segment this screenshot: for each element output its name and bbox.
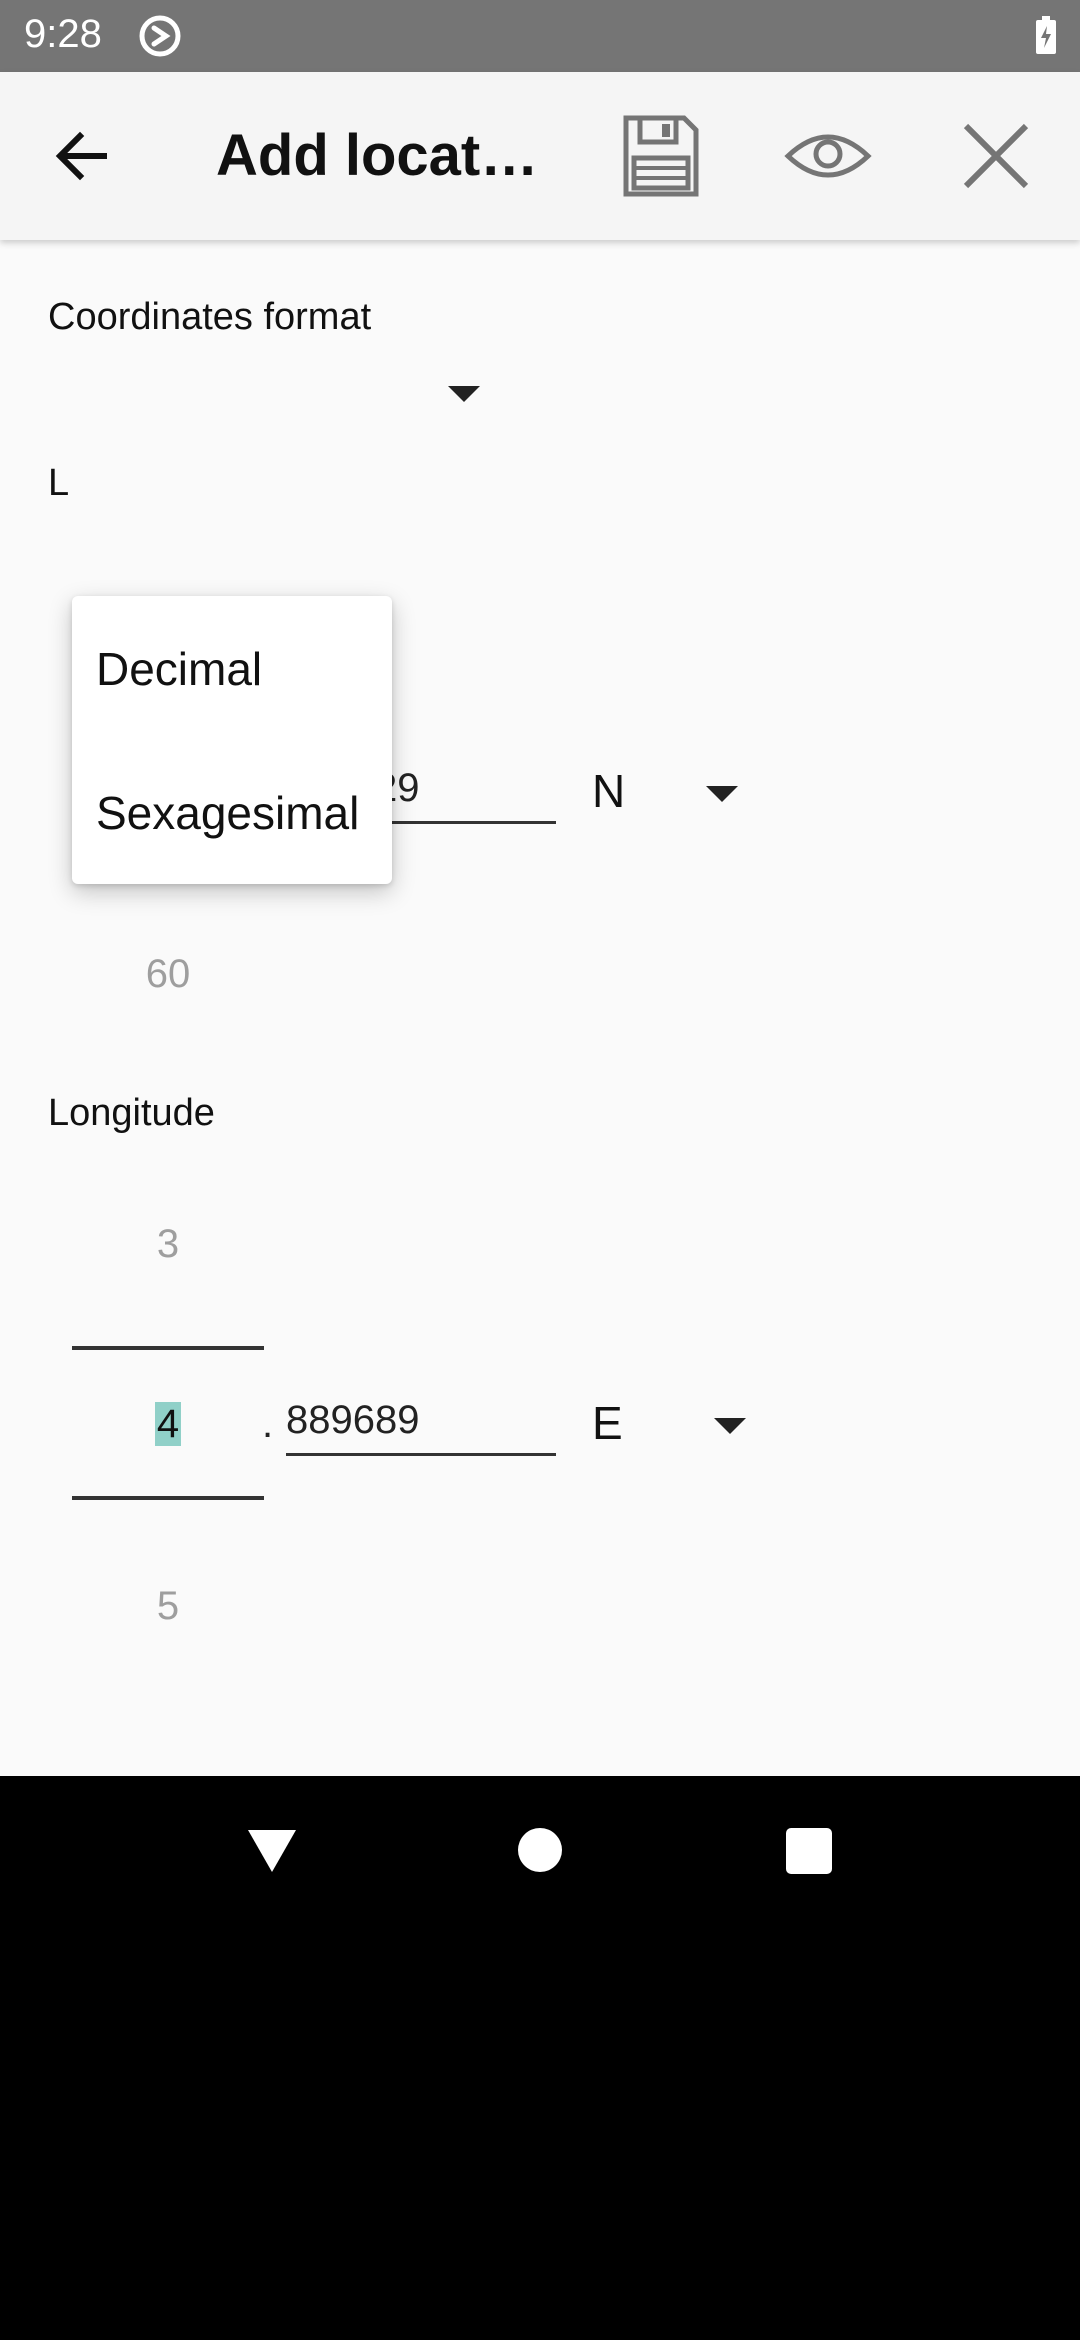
longitude-degrees-next[interactable]: 5 [72, 1584, 264, 1629]
longitude-picker-divider-top [72, 1346, 264, 1350]
content-area: Coordinates format L 59 60 . 374029 N Lo… [0, 240, 1080, 1776]
status-bar: 9:28 [0, 0, 1080, 72]
eye-icon[interactable] [780, 108, 876, 204]
battery-icon [1036, 16, 1056, 54]
format-dropdown-arrow-icon[interactable] [448, 386, 480, 402]
status-time: 9:28 [24, 12, 102, 56]
latitude-degrees-next[interactable]: 60 [72, 952, 264, 997]
longitude-hemisphere-arrow-icon[interactable] [714, 1418, 746, 1434]
longitude-decimal-input[interactable]: 889689 [286, 1398, 556, 1456]
longitude-degrees-previous[interactable]: 3 [72, 1222, 264, 1267]
nav-recents-icon[interactable] [786, 1828, 832, 1874]
page-title: Add locati… [216, 123, 546, 188]
latitude-hemisphere-value[interactable]: N [592, 764, 625, 818]
longitude-degrees-current[interactable]: 4 [72, 1402, 264, 1447]
nav-home-icon[interactable] [518, 1828, 562, 1872]
dropdown-option-sexagesimal[interactable]: Sexagesimal [96, 786, 359, 840]
longitude-degrees-selected-text: 4 [154, 1402, 182, 1446]
coordinates-format-dropdown-menu: Decimal Sexagesimal [72, 596, 392, 884]
app-bar: Add locati… [0, 72, 1080, 240]
longitude-decimal-separator: . [262, 1402, 274, 1446]
nav-back-icon[interactable] [246, 1828, 298, 1874]
latitude-hemisphere-arrow-icon[interactable] [706, 786, 738, 802]
floppy-disk-icon[interactable] [612, 108, 708, 204]
coordinates-format-label: Coordinates format [48, 296, 372, 338]
longitude-picker-divider-bottom [72, 1496, 264, 1500]
back-arrow-icon[interactable] [44, 116, 124, 196]
app-status-icon [139, 15, 181, 57]
longitude-hemisphere-value[interactable]: E [592, 1396, 623, 1450]
latitude-label: L [48, 462, 70, 504]
navigation-bar [0, 1776, 1080, 2340]
longitude-label: Longitude [48, 1092, 215, 1134]
close-icon[interactable] [948, 108, 1044, 204]
dropdown-option-decimal[interactable]: Decimal [96, 642, 262, 696]
